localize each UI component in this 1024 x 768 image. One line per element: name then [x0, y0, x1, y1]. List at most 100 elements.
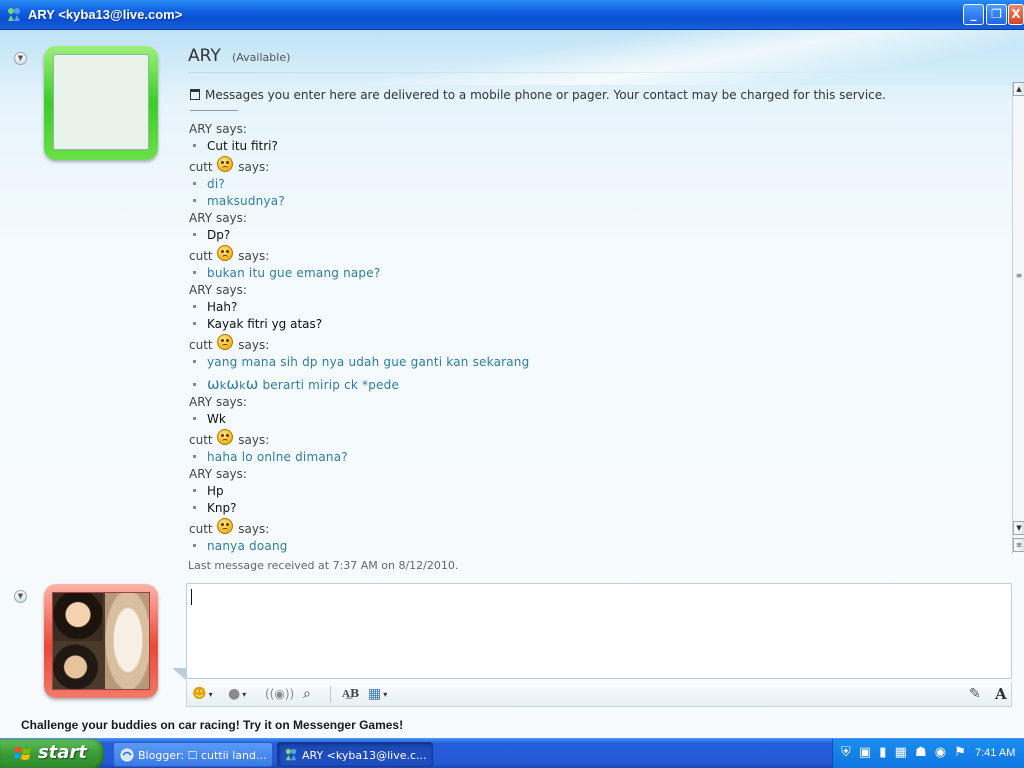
sender-name: cutt	[189, 433, 213, 447]
message-text-part: ω	[207, 375, 220, 393]
message-line: Dp?	[189, 227, 999, 244]
message-bullet	[193, 271, 196, 274]
says-label: says:	[238, 433, 270, 447]
wink-icon[interactable]: ● ▾	[228, 685, 246, 703]
message-line: Wk	[189, 411, 999, 428]
message-line: yang mana sih dp nya udah gue ganti kan …	[189, 354, 999, 371]
sender-name: cutt	[189, 338, 213, 352]
contact-status: (Available)	[232, 51, 291, 64]
scroll-down-button[interactable]: ▼	[1013, 521, 1024, 535]
window-title: ARY <kyba13@live.com>	[28, 7, 183, 22]
tray-icons[interactable]: ⛨ ▣ ▮ ▦ ☗ ◉ ⚑	[841, 745, 968, 760]
browser-icon	[120, 748, 134, 762]
message-bullet	[193, 360, 196, 363]
sender-name: ARY	[189, 211, 213, 225]
contact-display-picture[interactable]	[44, 46, 158, 160]
sender-line: ARY says:	[189, 210, 999, 227]
handwriting-icon[interactable]: ✎	[969, 685, 981, 703]
smiley-icon[interactable]: ☻ ▾	[192, 685, 213, 703]
says-label: says:	[215, 467, 247, 481]
input-toolbar: ☻ ▾ ● ▾ ((◉)) ⌕ A͟B ▦ ▾ ✎ A	[186, 681, 1012, 707]
mobile-notice-text: Messages you enter here are delivered to…	[205, 88, 886, 102]
message-bullet	[193, 489, 196, 492]
system-tray: ⛨ ▣ ▮ ▦ ☗ ◉ ⚑ 7:41 AM	[832, 739, 1024, 768]
message-text-part: berarti mirip ck *pede	[258, 378, 400, 392]
close-button[interactable]: X	[1008, 4, 1024, 25]
text-mode-button[interactable]: A	[995, 685, 1007, 703]
scroll-thumb[interactable]: ≡	[1014, 266, 1024, 286]
minimize-button[interactable]: _	[963, 4, 984, 25]
message-line: Hp	[189, 483, 999, 500]
says-label: says:	[238, 249, 270, 263]
collapse-user-pane-button[interactable]: ▼	[14, 590, 27, 603]
sender-name: cutt	[189, 160, 213, 174]
message-text-part: k	[239, 379, 246, 392]
font-button[interactable]: A͟B	[342, 685, 359, 703]
message-bullet	[193, 182, 196, 185]
message-list: ARY says: Cut itu fitri? cutt says: di? maks…	[189, 121, 999, 555]
header-divider	[188, 72, 1012, 73]
message-text: nanya doang	[207, 539, 288, 553]
messenger-games-promo[interactable]: Challenge your buddies on car racing! Tr…	[21, 718, 403, 732]
sad-smiley-icon	[217, 334, 234, 350]
nudge-icon[interactable]: ((◉))	[265, 685, 294, 703]
message-bullet	[193, 417, 196, 420]
collapse-contact-pane-button[interactable]: ▼	[14, 52, 27, 65]
message-bullet	[193, 544, 196, 547]
message-text: di?	[207, 177, 225, 191]
user-display-picture[interactable]	[44, 584, 158, 698]
messenger-icon	[285, 748, 297, 761]
conversation-scrollbar[interactable]: ▲ ≡ ▼ ≡	[1012, 82, 1024, 554]
message-bullet	[193, 144, 196, 147]
mobile-notice-icon	[190, 89, 200, 100]
voice-clip-icon[interactable]: ⌕	[303, 685, 311, 703]
message-text-part: ω	[245, 375, 259, 393]
start-label: start	[38, 742, 87, 763]
start-button[interactable]: start	[0, 739, 104, 768]
taskbar: start Blogger: ☐ cuttii land... ARY <kyb…	[0, 738, 1024, 768]
says-label: says:	[215, 395, 247, 409]
message-bullet	[193, 383, 196, 386]
sender-line: ARY says:	[189, 121, 999, 138]
message-text: Knp?	[207, 501, 237, 515]
conversation-window: ▼ ARY (Available) Messages you enter her…	[0, 30, 1024, 738]
sender-line: ARY says:	[189, 466, 999, 483]
conversation-history[interactable]: Messages you enter here are delivered to…	[186, 82, 1012, 572]
message-line: maksudnya?	[189, 193, 999, 210]
maximize-button[interactable]: ❐	[986, 4, 1007, 25]
message-text: Cut itu fitri?	[207, 139, 278, 153]
messenger-icon	[8, 8, 20, 21]
clock[interactable]: 7:41 AM	[975, 747, 1015, 759]
message-text: yang mana sih dp nya udah gue ganti kan …	[207, 355, 530, 369]
windows-logo-icon	[14, 747, 31, 760]
taskbar-item-blogger[interactable]: Blogger: ☐ cuttii land...	[113, 742, 273, 767]
message-bullet	[193, 506, 196, 509]
taskbar-item-label: Blogger: ☐ cuttii land...	[138, 749, 267, 762]
message-input[interactable]	[186, 583, 1012, 679]
background-icon[interactable]: ▦ ▾	[368, 685, 387, 703]
message-bullet	[193, 322, 196, 325]
message-line: Hah?	[189, 299, 999, 316]
message-text: Wk	[207, 412, 226, 426]
taskbar-item-ary-chat[interactable]: ARY <kyba13@live.c...	[277, 742, 433, 767]
sender-name: ARY	[189, 122, 213, 136]
sender-line: cutt says:	[189, 428, 999, 449]
contact-picture-placeholder	[53, 54, 149, 150]
message-bullet	[193, 305, 196, 308]
user-picture	[52, 592, 150, 690]
photo-sepia-portrait	[105, 593, 149, 689]
notice-divider	[190, 110, 238, 111]
scroll-up-button[interactable]: ▲	[1013, 82, 1024, 96]
message-line: nanya doang	[189, 538, 999, 555]
sender-line: ARY says:	[189, 282, 999, 299]
scroll-end-button[interactable]: ≡	[1013, 538, 1024, 552]
sad-smiley-icon	[217, 156, 234, 172]
says-label: says:	[238, 338, 270, 352]
says-label: says:	[215, 283, 247, 297]
message-line: ωkωkω berarti mirip ck *pede	[189, 371, 999, 394]
text-caret	[191, 589, 192, 605]
sender-line: cutt says:	[189, 155, 999, 176]
message-line: Knp?	[189, 500, 999, 517]
message-text: Hah?	[207, 300, 238, 314]
photo-girl-top	[53, 593, 103, 641]
